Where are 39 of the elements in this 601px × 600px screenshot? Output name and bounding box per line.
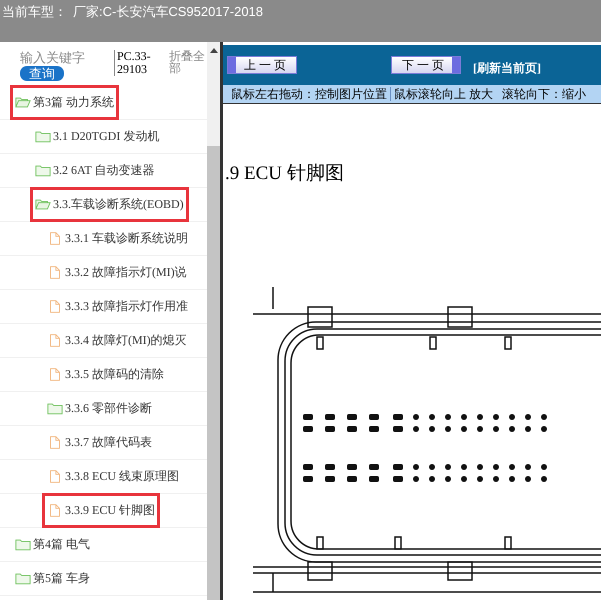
model-label: 当前车型： xyxy=(2,3,67,21)
next-page-button[interactable]: 下 一 页 xyxy=(391,56,461,74)
tree-item[interactable]: 3.3.5 故障码的清除 xyxy=(42,357,169,392)
hint-text: 滚轮向下：缩小 xyxy=(502,86,586,102)
document-icon xyxy=(47,232,63,245)
document-icon xyxy=(47,504,63,517)
tree-item[interactable]: 3.3.2 故障指示灯(MI)说 xyxy=(42,255,192,290)
scroll-thumb[interactable] xyxy=(207,146,220,600)
hint-text: 鼠标滚轮向上 放大 xyxy=(394,86,493,102)
search-button[interactable]: 查询 xyxy=(20,66,64,81)
model-name: 厂家:C-长安汽车CS952017-2018 xyxy=(73,3,264,21)
search-field[interactable]: 输入关键字 xyxy=(20,50,108,66)
document-icon xyxy=(47,266,63,279)
tree-item[interactable]: 3.3.4 故障灯(MI)的熄灭 xyxy=(42,323,192,358)
scroll-up-icon[interactable] xyxy=(210,48,218,53)
document-icon xyxy=(47,470,63,483)
tree-item[interactable]: 第4篇 电气 xyxy=(10,527,95,562)
tree-item[interactable]: 3.3.6 零部件诊断 xyxy=(42,391,157,426)
hint-text: 鼠标左右拖动：控制图片位置 xyxy=(231,86,387,102)
document-icon xyxy=(47,368,63,381)
collapse-all-link[interactable]: 折叠全部 xyxy=(169,50,209,74)
tree-item[interactable]: 3.3.车载诊断系统(EOBD) xyxy=(30,187,189,222)
document-icon xyxy=(47,436,63,449)
document-icon xyxy=(47,334,63,347)
tree-item[interactable]: 3.3.1 车载诊断系统说明 xyxy=(42,221,193,256)
tree-item[interactable]: 3.3.9 ECU 针脚图 xyxy=(42,493,160,528)
document-icon xyxy=(47,300,63,313)
tree-item[interactable]: 3.1 D20TGDI 发动机 xyxy=(30,119,164,154)
tree-item[interactable]: 3.3.7 故障代码表 xyxy=(42,425,157,460)
document-code: PC.33-29103 xyxy=(114,50,163,76)
document-heading: .9 ECU 针脚图 xyxy=(225,162,345,186)
tree-item[interactable]: 第3篇 动力系统 xyxy=(10,85,119,120)
tree-item[interactable]: 3.3.8 ECU 线束原理图 xyxy=(42,459,184,494)
tree-item[interactable]: 3.2 6AT 自动变速器 xyxy=(30,153,160,188)
tree-item[interactable]: 第5篇 车身 xyxy=(10,561,95,596)
tree-item[interactable]: 3.3.3 故障指示灯作用准 xyxy=(42,289,193,324)
refresh-link[interactable]: [刷新当前页] xyxy=(473,60,541,76)
scrollbar[interactable] xyxy=(207,42,220,600)
previous-page-button[interactable]: 上 一 页 xyxy=(227,56,297,74)
